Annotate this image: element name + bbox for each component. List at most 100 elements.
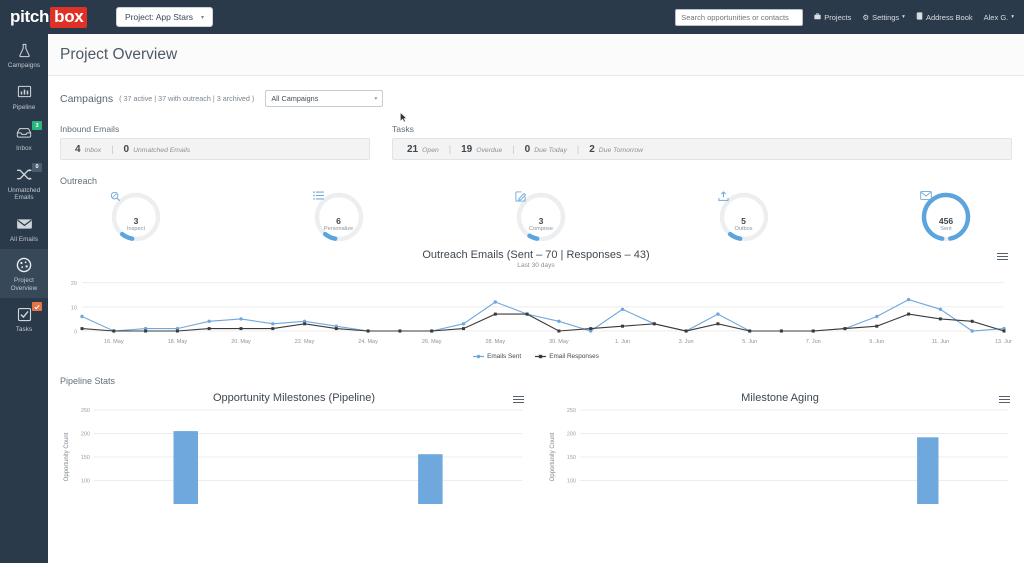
chevron-down-icon: ▾ bbox=[1011, 14, 1014, 20]
inbox-badge: 3 bbox=[32, 121, 42, 130]
summary-stats-row: Inbound Emails 4 Inbox | 0 Unmatched Ema… bbox=[60, 124, 1012, 160]
stat-overdue[interactable]: 19 Overdue bbox=[461, 144, 502, 155]
stat-separator: | bbox=[448, 144, 452, 154]
svg-text:100: 100 bbox=[567, 479, 576, 485]
sidebar-item-campaigns[interactable]: Campaigns bbox=[0, 34, 48, 76]
chevron-down-icon: ▾ bbox=[902, 14, 905, 20]
ring-label-compose: Compose bbox=[529, 226, 553, 232]
app-logo[interactable]: pitch box bbox=[0, 6, 110, 28]
nav-label-address-book: Address Book bbox=[925, 12, 973, 22]
nav-item-projects[interactable]: Projects bbox=[814, 13, 851, 22]
sidebar-label-all-emails: All Emails bbox=[9, 235, 39, 243]
logo-text-pitch: pitch bbox=[10, 7, 50, 26]
stat-unmatched-value: 0 bbox=[123, 143, 130, 155]
svg-text:10: 10 bbox=[71, 305, 77, 311]
svg-text:24. May: 24. May bbox=[358, 339, 378, 345]
outreach-rings: 3 Inspect 6 Personalize 3 Compose 5 Outbox 456 Se… bbox=[60, 186, 1012, 243]
nav-item-settings[interactable]: ⚙ Settings ▾ bbox=[862, 13, 905, 22]
outreach-ring-outbox[interactable]: 5 Outbox bbox=[717, 191, 770, 243]
svg-text:0: 0 bbox=[74, 330, 77, 336]
sidebar-label-campaigns: Campaigns bbox=[7, 62, 41, 69]
outreach-ring-sent[interactable]: 456 Sent bbox=[920, 191, 972, 243]
sidebar-label-tasks: Tasks bbox=[15, 326, 33, 333]
main-content: Project Overview Campaigns ( 37 active |… bbox=[48, 34, 1024, 563]
sidebar-label-pipeline: Pipeline bbox=[12, 103, 36, 111]
nav-item-address-book[interactable]: Address Book bbox=[916, 12, 973, 22]
bar-chart-2-svg: Opportunity Count 100 150 200 250 bbox=[550, 408, 1008, 504]
search-box[interactable] bbox=[675, 8, 804, 26]
sidebar-item-tasks[interactable]: Tasks bbox=[0, 298, 48, 340]
svg-text:3. Jun: 3. Jun bbox=[679, 339, 694, 345]
sidebar-item-unmatched-emails[interactable]: 0 Unmatched Emails bbox=[0, 159, 48, 208]
sidebar-item-inbox[interactable]: 3 Inbox bbox=[0, 117, 48, 159]
campaigns-select[interactable]: All Campaigns ▾ bbox=[265, 90, 384, 107]
inbound-emails-block: Inbound Emails 4 Inbox | 0 Unmatched Ema… bbox=[60, 124, 370, 160]
chevron-down-icon: ▾ bbox=[374, 95, 378, 102]
project-selector[interactable]: Project: App Stars ▾ bbox=[116, 7, 214, 27]
stat-due-today[interactable]: 0 Due Today bbox=[525, 144, 567, 155]
outreach-ring-personalize[interactable]: 6 Personalize bbox=[312, 191, 365, 243]
sidebar-item-project-overview[interactable]: Project Overview bbox=[0, 249, 48, 298]
opportunity-milestones-title: Opportunity Milestones (Pipeline) bbox=[212, 392, 376, 404]
svg-text:7. Jun: 7. Jun bbox=[806, 339, 821, 345]
svg-text:200: 200 bbox=[567, 432, 576, 438]
sidebar: Campaigns Pipeline 3 Inbox 0 Unmatched E… bbox=[0, 34, 48, 563]
legend-emails-sent[interactable]: Emails Sent bbox=[473, 353, 521, 360]
page-title: Project Overview bbox=[60, 45, 178, 63]
hamburger-menu-icon[interactable] bbox=[997, 253, 1008, 262]
briefcase-icon bbox=[814, 12, 821, 22]
campaigns-label: Campaigns bbox=[60, 92, 114, 105]
campaigns-select-value: All Campaigns bbox=[271, 94, 319, 103]
project-selector-label: Project: App Stars bbox=[125, 12, 194, 22]
inbound-emails-heading: Inbound Emails bbox=[60, 124, 120, 134]
svg-text:250: 250 bbox=[567, 408, 576, 414]
nav-label-projects: Projects bbox=[824, 12, 852, 22]
svg-text:100: 100 bbox=[81, 479, 90, 485]
chart-legend: Emails Sent Email Responses bbox=[60, 353, 1012, 360]
outreach-heading: Outreach bbox=[60, 176, 98, 186]
outreach-chart-subtitle: Last 30 days bbox=[517, 262, 555, 269]
svg-text:150: 150 bbox=[81, 455, 90, 461]
content-area: Campaigns ( 37 active | 37 with outreach… bbox=[48, 76, 1024, 509]
stat-unmatched[interactable]: 0 Unmatched Emails bbox=[124, 144, 191, 155]
sidebar-label-inbox: Inbox bbox=[16, 145, 32, 152]
svg-text:1. Jun: 1. Jun bbox=[615, 339, 630, 345]
stat-inbox[interactable]: 4 Inbox bbox=[75, 144, 101, 155]
search-input[interactable] bbox=[681, 12, 798, 22]
stat-open[interactable]: 21 Open bbox=[407, 144, 439, 155]
bar-chart-1-svg: Opportunity Count 100 150 200 250 bbox=[64, 408, 522, 504]
opportunity-milestones-chart: Opportunity Milestones (Pipeline) Opport… bbox=[60, 392, 528, 509]
campaigns-filter-row: Campaigns ( 37 active | 37 with outreach… bbox=[60, 76, 1012, 107]
svg-text:250: 250 bbox=[81, 408, 90, 414]
nav-label-user: Alex G. bbox=[983, 12, 1009, 22]
milestone-aging-chart: Milestone Aging Opportunity Count 100 150 2… bbox=[546, 392, 1014, 509]
top-bar: pitch box Project: App Stars ▾ Projects … bbox=[0, 0, 1024, 34]
ring-label-inspect: Inspect bbox=[126, 226, 146, 232]
svg-text:150: 150 bbox=[567, 455, 576, 461]
svg-text:Opportunity Count: Opportunity Count bbox=[550, 432, 556, 481]
hamburger-menu-icon[interactable] bbox=[999, 396, 1010, 405]
svg-text:16. May: 16. May bbox=[104, 339, 124, 345]
svg-text:22. May: 22. May bbox=[295, 339, 315, 345]
book-icon bbox=[916, 12, 923, 22]
nav-item-user-menu[interactable]: Alex G. ▾ bbox=[984, 13, 1014, 22]
outreach-ring-compose[interactable]: 3 Compose bbox=[515, 191, 567, 243]
ring-value-compose: 3 bbox=[538, 216, 544, 226]
gear-icon: ⚙ bbox=[862, 12, 870, 22]
pipeline-stats-heading: Pipeline Stats bbox=[60, 376, 116, 386]
sidebar-item-pipeline[interactable]: Pipeline bbox=[0, 76, 48, 118]
stat-overdue-value: 19 bbox=[461, 143, 473, 155]
ring-value-inspect: 3 bbox=[133, 216, 139, 226]
sidebar-item-all-emails[interactable]: All Emails bbox=[0, 208, 48, 250]
envelope-icon bbox=[13, 215, 35, 233]
svg-text:13. Jun: 13. Jun bbox=[995, 339, 1012, 345]
legend-email-responses[interactable]: Email Responses bbox=[535, 353, 599, 360]
hamburger-menu-icon[interactable] bbox=[513, 396, 524, 405]
dashboard-icon bbox=[13, 256, 35, 274]
legend-marker-responses bbox=[535, 354, 547, 359]
outreach-ring-inspect[interactable]: 3 Inspect bbox=[110, 191, 162, 243]
stat-due-tomorrow[interactable]: 2 Due Tomorrow bbox=[589, 144, 643, 155]
outreach-emails-chart: Outreach Emails (Sent – 70 | Responses –… bbox=[60, 249, 1013, 360]
svg-text:20: 20 bbox=[71, 281, 77, 287]
stat-separator: | bbox=[512, 144, 515, 154]
